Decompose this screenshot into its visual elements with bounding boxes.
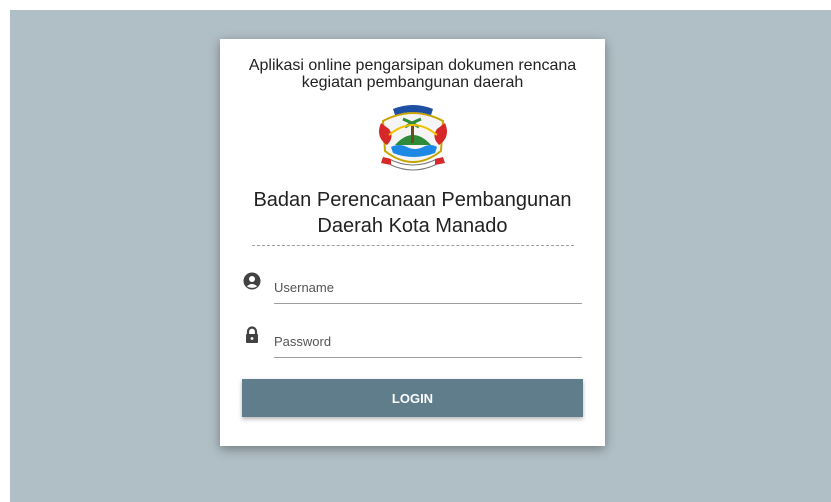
organization-title: Badan Perencanaan Pembangunan Daerah Kot… — [253, 189, 572, 237]
login-button[interactable]: LOGIN — [242, 379, 583, 417]
password-input[interactable] — [274, 328, 582, 358]
app-description: Aplikasi online pengarsipan dokumen renc… — [248, 57, 577, 91]
username-input[interactable] — [274, 274, 582, 304]
page-background: Aplikasi online pengarsipan dokumen renc… — [10, 10, 831, 502]
divider — [252, 245, 574, 246]
city-emblem-logo — [379, 105, 447, 171]
user-circle-icon — [243, 272, 261, 290]
lock-icon — [246, 326, 258, 343]
login-card: Aplikasi online pengarsipan dokumen renc… — [220, 39, 605, 446]
